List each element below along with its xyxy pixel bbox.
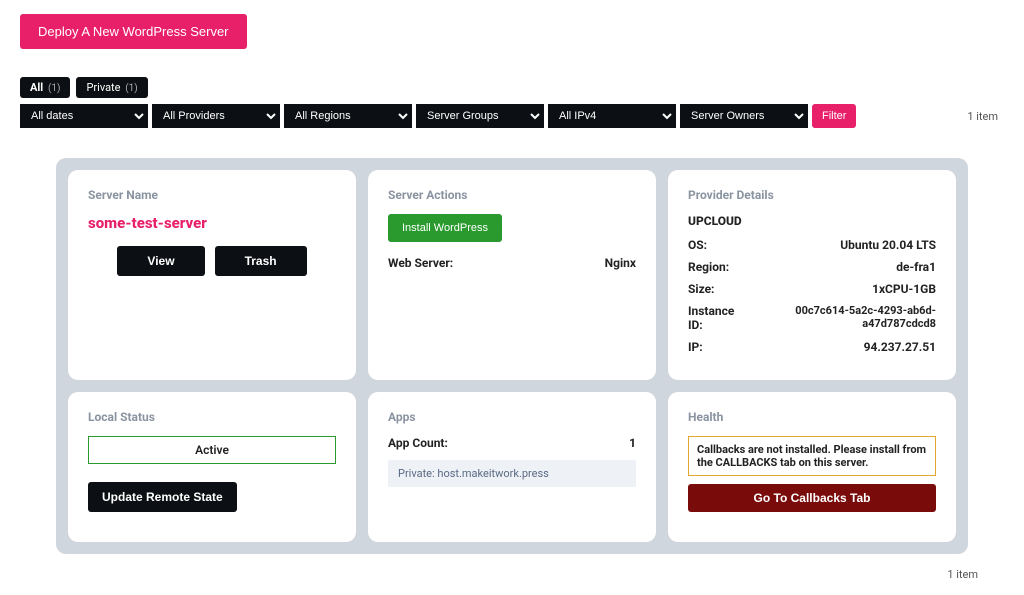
card-server-actions: Server Actions Install WordPress Web Ser… — [368, 170, 656, 380]
server-board: Server Name some-test-server View Trash … — [56, 158, 968, 554]
tab-all-label: All — [30, 81, 43, 94]
card-apps: Apps App Count: 1 Private: host.makeitwo… — [368, 392, 656, 542]
app-count-value: 1 — [629, 436, 636, 450]
region-value: de-fra1 — [896, 260, 936, 274]
instance-id-label: Instance ID: — [688, 304, 745, 332]
web-server-value: Nginx — [605, 256, 636, 270]
go-to-callbacks-button[interactable]: Go To Callbacks Tab — [688, 484, 936, 512]
filter-dates[interactable]: All dates — [20, 104, 148, 128]
ip-value: 94.237.27.51 — [864, 340, 936, 354]
card-heading: Provider Details — [688, 188, 936, 202]
os-value: Ubuntu 20.04 LTS — [840, 238, 936, 252]
view-button[interactable]: View — [117, 246, 204, 276]
card-health: Health Callbacks are not installed. Plea… — [668, 392, 956, 542]
trash-button[interactable]: Trash — [215, 246, 307, 276]
filter-server-owners[interactable]: Server Owners — [680, 104, 808, 128]
filters-bar: All dates All Providers All Regions Serv… — [20, 104, 1004, 128]
status-badge: Active — [88, 436, 336, 464]
tab-private-count: (1) — [125, 83, 138, 94]
deploy-new-server-button[interactable]: Deploy A New WordPress Server — [20, 14, 247, 49]
card-heading: Local Status — [88, 410, 336, 424]
size-label: Size: — [688, 282, 714, 296]
card-server-name: Server Name some-test-server View Trash — [68, 170, 356, 380]
ip-label: IP: — [688, 340, 703, 354]
health-warning: Callbacks are not installed. Please inst… — [688, 436, 936, 476]
card-local-status: Local Status Active Update Remote State — [68, 392, 356, 542]
items-count-top: 1 item — [967, 110, 1004, 123]
tab-private-label: Private — [86, 81, 120, 94]
card-provider-details: Provider Details UPCLOUD OS: Ubuntu 20.04… — [668, 170, 956, 380]
size-value: 1xCPU-1GB — [872, 282, 936, 296]
web-server-label: Web Server: — [388, 256, 453, 270]
filter-providers[interactable]: All Providers — [152, 104, 280, 128]
update-remote-state-button[interactable]: Update Remote State — [88, 482, 237, 512]
filter-regions[interactable]: All Regions — [284, 104, 412, 128]
server-title: some-test-server — [88, 214, 336, 232]
items-count-bottom: 1 item — [20, 564, 1004, 581]
card-heading: Health — [688, 410, 936, 424]
os-label: OS: — [688, 238, 707, 252]
app-list-item[interactable]: Private: host.makeitwork.press — [388, 460, 636, 487]
install-wordpress-button[interactable]: Install WordPress — [388, 214, 502, 242]
card-heading: Apps — [388, 410, 636, 424]
tab-private[interactable]: Private (1) — [76, 77, 147, 98]
tab-all[interactable]: All (1) — [20, 77, 70, 98]
card-heading: Server Name — [88, 188, 336, 202]
filter-ipv4[interactable]: All IPv4 — [548, 104, 676, 128]
tab-all-count: (1) — [48, 83, 61, 94]
instance-id-value: 00c7c614-5a2c-4293-ab6d-a47d787cdcd8 — [745, 304, 936, 332]
filter-button[interactable]: Filter — [812, 104, 856, 128]
view-tabs: All (1) Private (1) — [20, 77, 1004, 98]
region-label: Region: — [688, 260, 729, 274]
app-count-label: App Count: — [388, 436, 448, 450]
provider-name: UPCLOUD — [688, 214, 936, 228]
card-heading: Server Actions — [388, 188, 636, 202]
filter-server-groups[interactable]: Server Groups — [416, 104, 544, 128]
